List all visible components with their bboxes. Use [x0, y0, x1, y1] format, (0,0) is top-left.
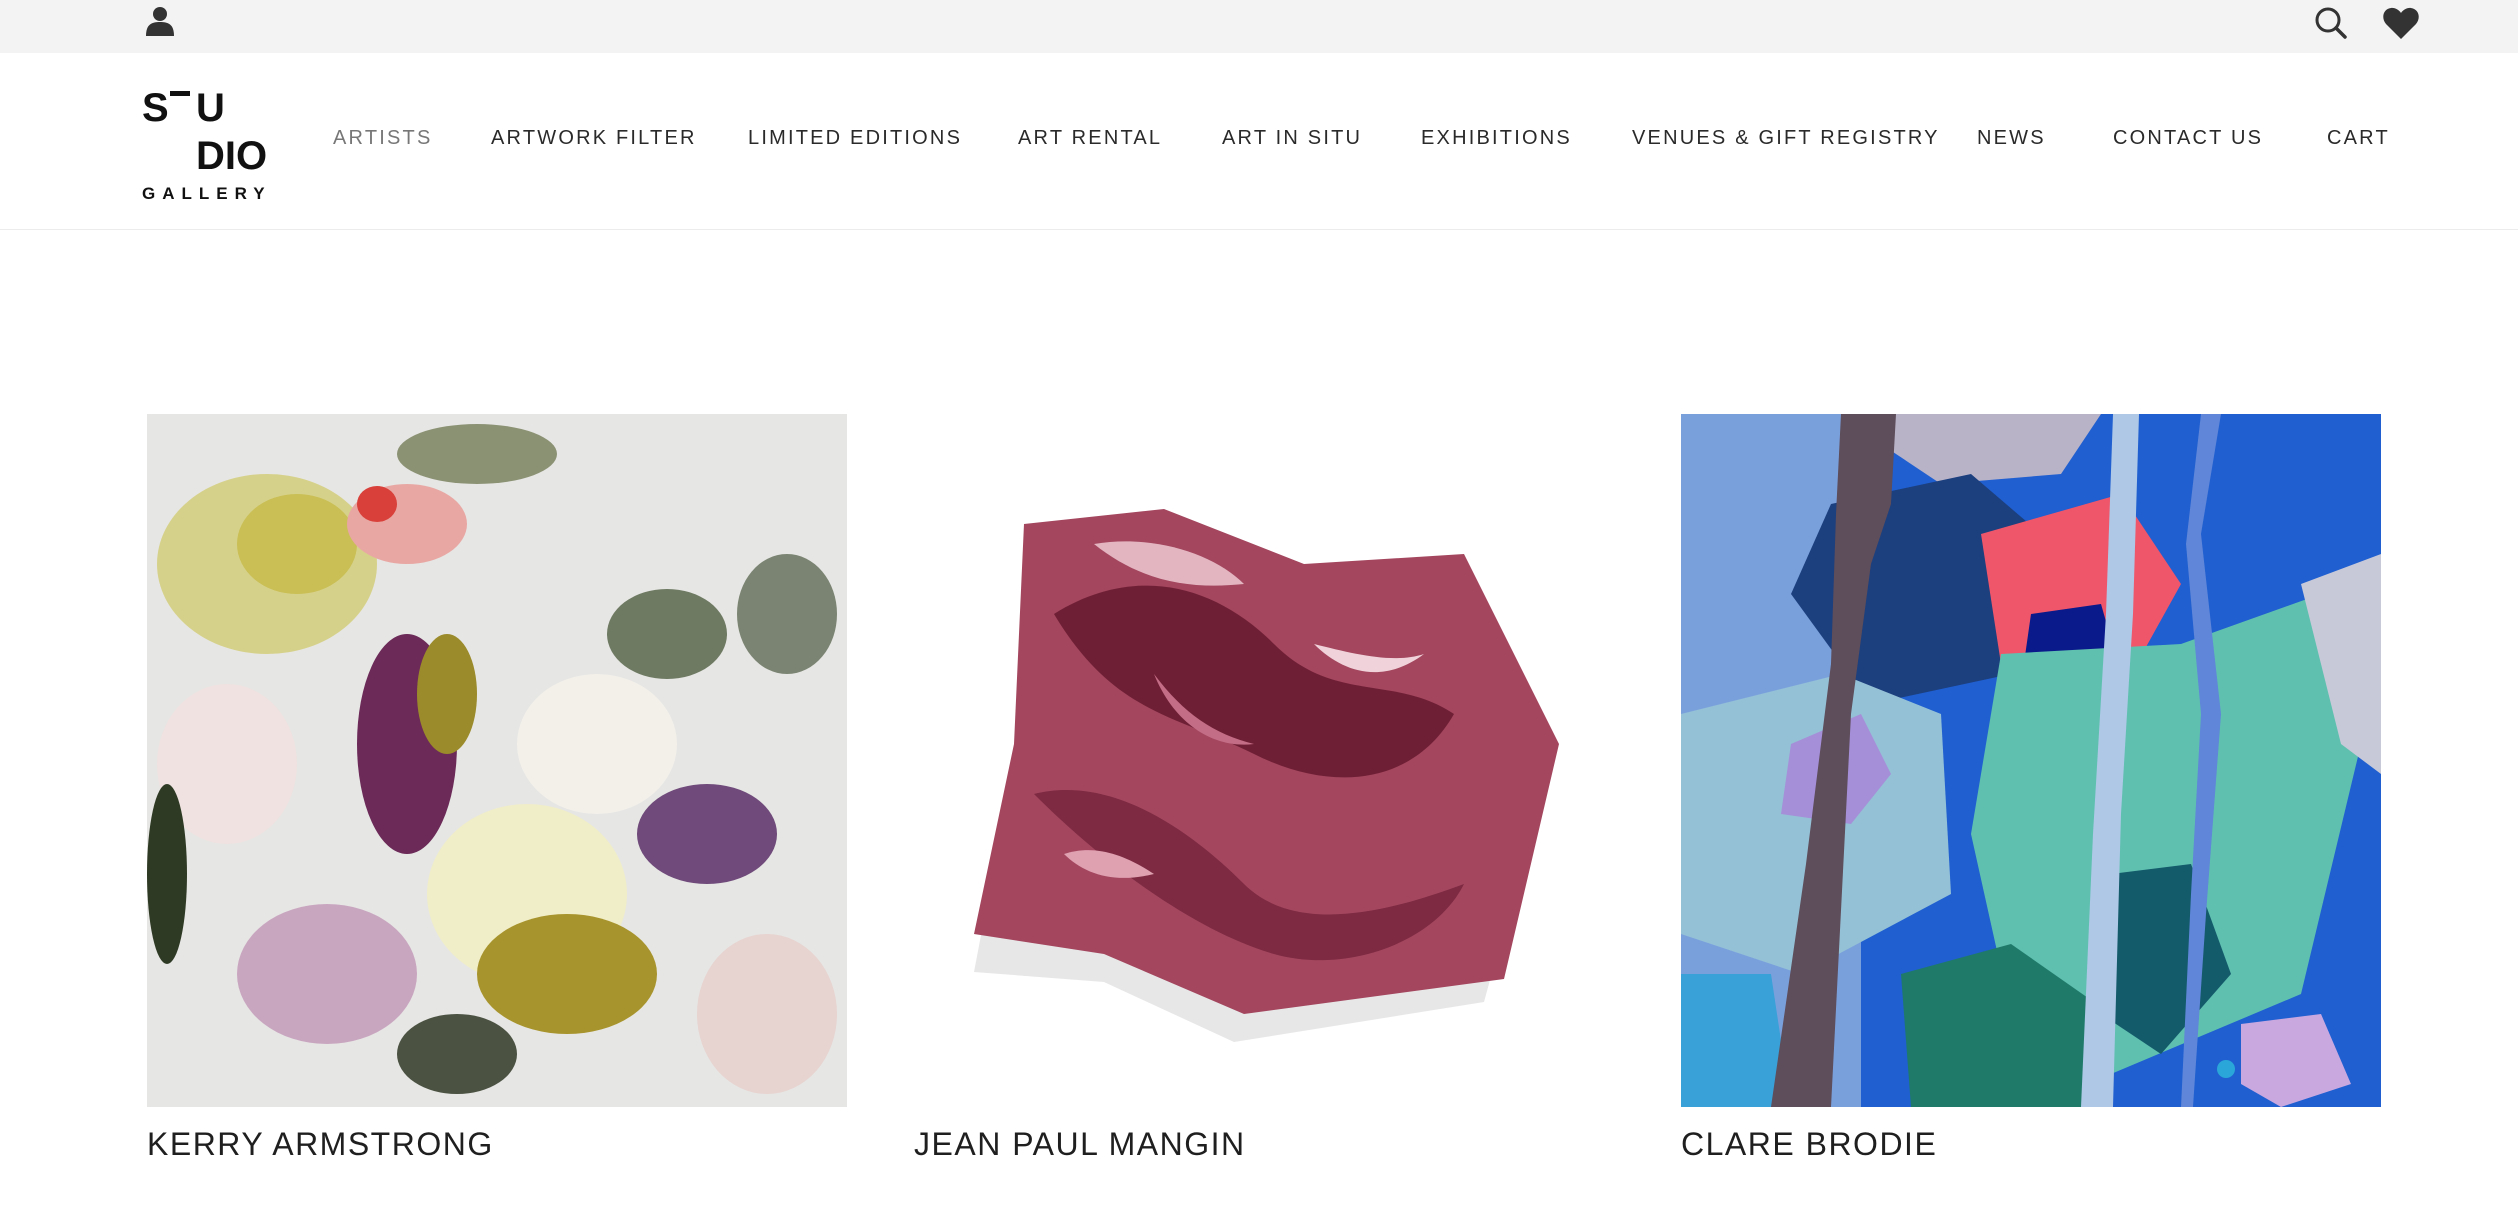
- nav-item-limited-editions[interactable]: LIMITED EDITIONS: [748, 127, 962, 150]
- artist-name[interactable]: KERRY ARMSTRONG: [147, 1126, 494, 1163]
- search-icon[interactable]: [2314, 6, 2348, 40]
- svg-text:DIO: DIO: [196, 134, 267, 178]
- artwork-image-jean-paul-mangin[interactable]: [914, 414, 1614, 1107]
- utility-bar: [0, 0, 2518, 53]
- user-icon[interactable]: [144, 4, 176, 36]
- nav-item-art-rental[interactable]: ART RENTAL: [1018, 127, 1162, 150]
- nav-item-contact-us[interactable]: CONTACT US: [2113, 127, 2263, 150]
- nav-item-venues-gift-registry[interactable]: VENUES & GIFT REGISTRY: [1632, 127, 1940, 150]
- artist-name[interactable]: CLARE BRODIE: [1681, 1126, 1937, 1163]
- nav-item-news[interactable]: NEWS: [1977, 127, 2046, 150]
- artwork-image-kerry-armstrong[interactable]: [147, 414, 847, 1107]
- artist-name[interactable]: JEAN PAUL MANGIN: [914, 1126, 1246, 1163]
- heart-icon[interactable]: [2382, 6, 2420, 40]
- svg-text:S: S: [142, 86, 169, 130]
- site-header: S U DIO GALLERY ARTISTS ARTWORK FILTER L…: [0, 53, 2518, 230]
- nav-item-art-in-situ[interactable]: ART IN SITU: [1222, 127, 1362, 150]
- artwork-image-clare-brodie[interactable]: [1681, 414, 2381, 1107]
- nav-item-cart[interactable]: CART: [2327, 127, 2390, 150]
- svg-text:GALLERY: GALLERY: [142, 184, 272, 203]
- nav-item-artwork-filter[interactable]: ARTWORK FILTER: [491, 127, 697, 150]
- svg-text:U: U: [196, 86, 225, 130]
- studio-gallery-logo[interactable]: S U DIO GALLERY: [142, 85, 282, 205]
- nav-item-exhibitions[interactable]: EXHIBITIONS: [1421, 127, 1572, 150]
- nav-item-artists[interactable]: ARTISTS: [333, 127, 433, 150]
